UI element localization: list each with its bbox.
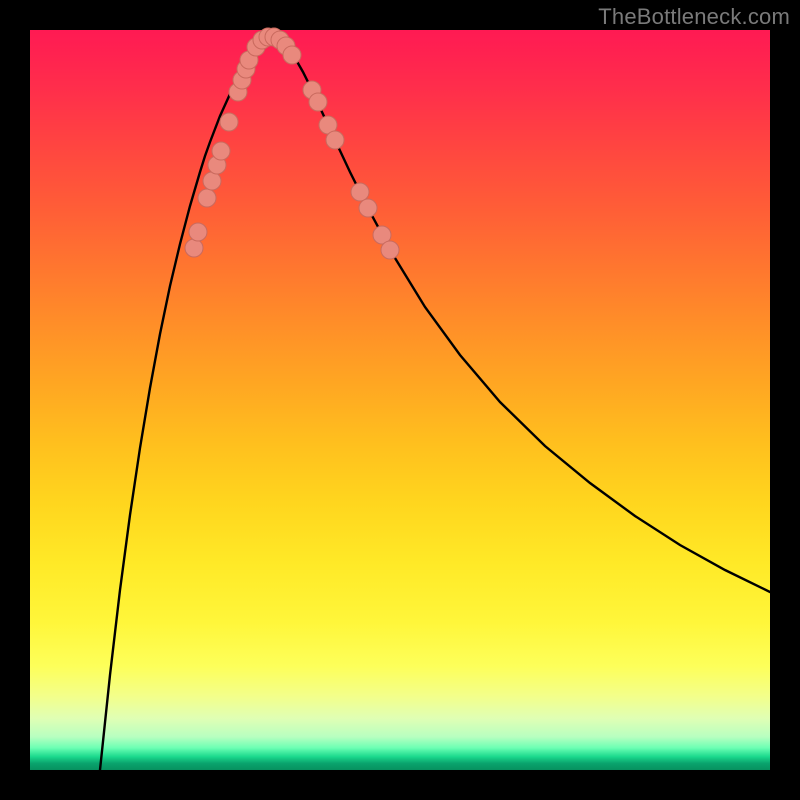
curve-dot bbox=[359, 199, 377, 217]
curve-dot bbox=[203, 172, 221, 190]
curve-dots bbox=[185, 28, 399, 259]
curve-dot bbox=[351, 183, 369, 201]
curve-dot bbox=[212, 142, 230, 160]
curve-dot bbox=[309, 93, 327, 111]
outer-frame: TheBottleneck.com bbox=[0, 0, 800, 800]
curve-dot bbox=[189, 223, 207, 241]
curve-dot bbox=[185, 239, 203, 257]
v-curve bbox=[100, 36, 770, 770]
bottleneck-curve-svg bbox=[30, 30, 770, 770]
curve-dot bbox=[283, 46, 301, 64]
curve-dot bbox=[326, 131, 344, 149]
curve-dot bbox=[198, 189, 216, 207]
curve-dot bbox=[220, 113, 238, 131]
gradient-plot-area bbox=[30, 30, 770, 770]
curve-dot bbox=[381, 241, 399, 259]
watermark-text: TheBottleneck.com bbox=[598, 4, 790, 30]
